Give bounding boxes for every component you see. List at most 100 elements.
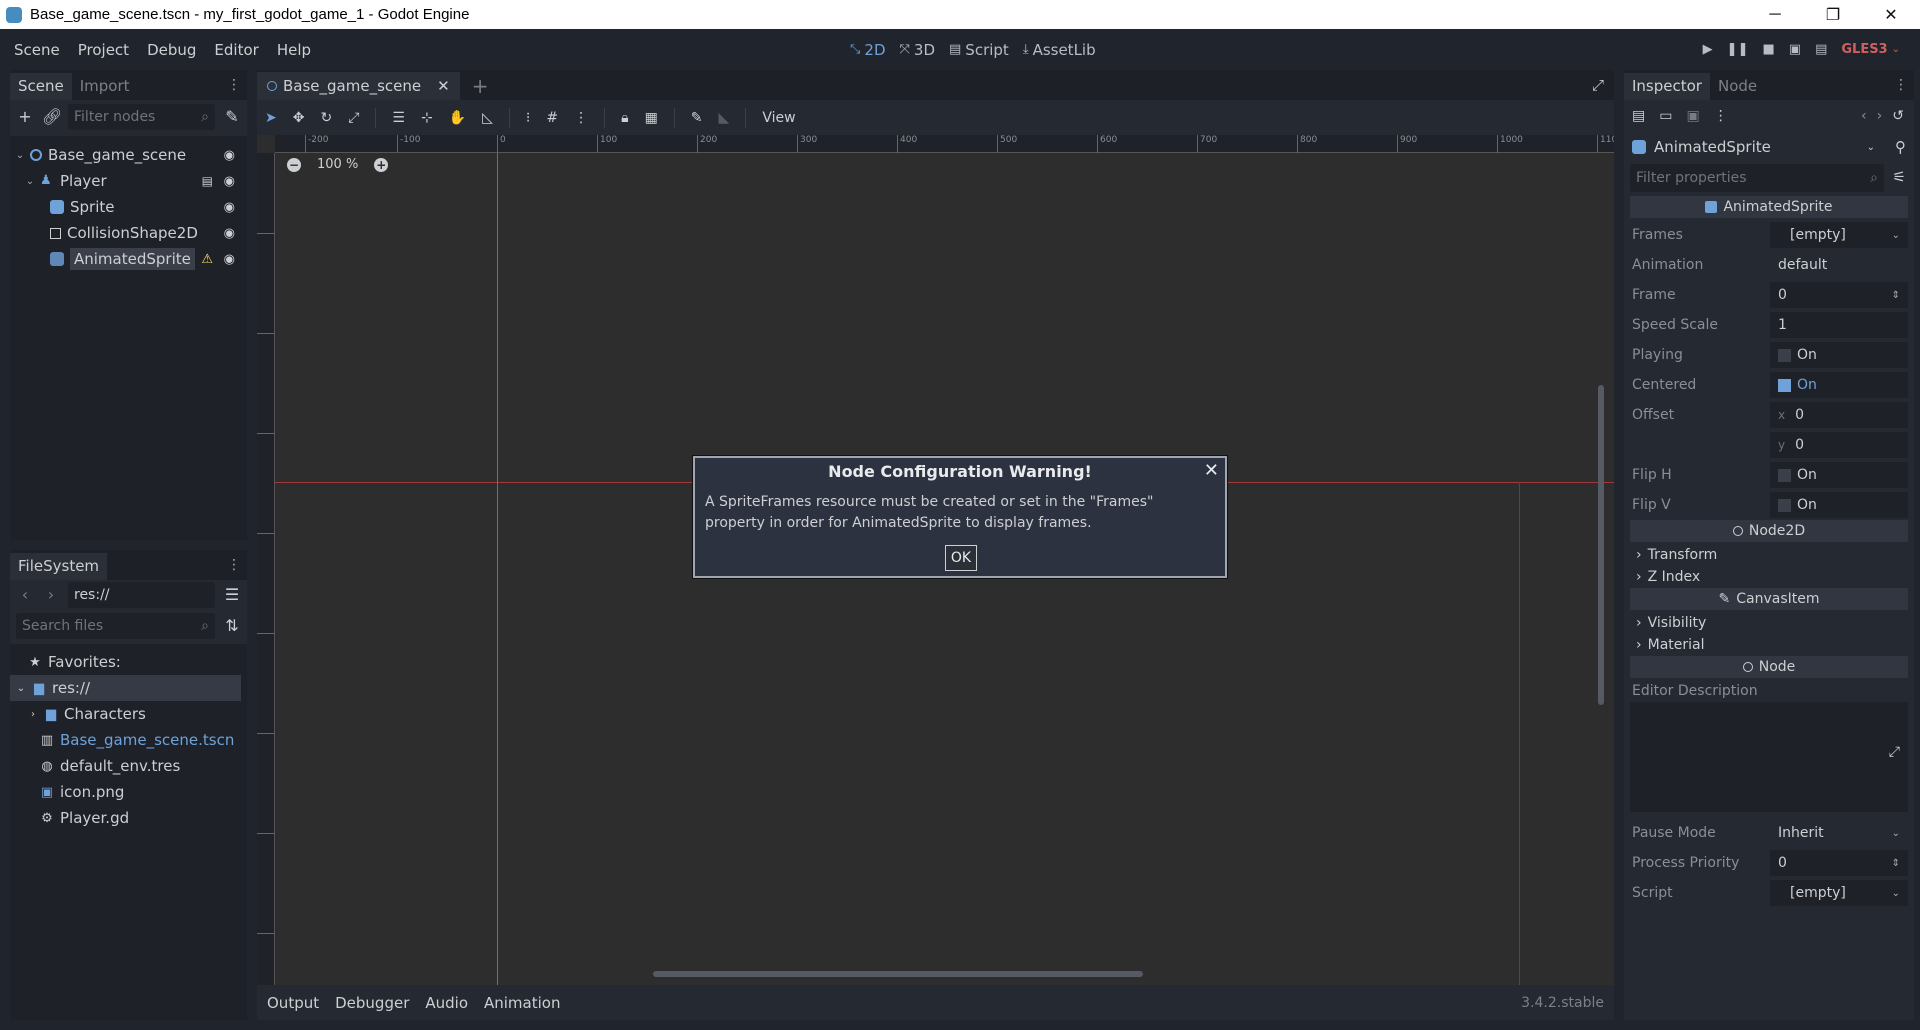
close-window-button[interactable]: ✕ [1862,0,1920,29]
flip-v-checkbox[interactable]: On [1770,492,1908,518]
maximize-button[interactable]: ❐ [1804,0,1862,29]
favorites-item[interactable]: ★ Favorites: [10,649,247,675]
group-visibility[interactable]: › Visibility [1630,612,1908,634]
filter-properties-input[interactable]: Filter properties ⌕ [1630,164,1884,192]
smart-snap-icon[interactable]: ⁝ [526,110,530,126]
tab-output[interactable]: Output [267,994,319,1012]
path-field[interactable]: res:// [68,582,215,608]
add-scene-tab-icon[interactable]: + [472,72,489,100]
renderer-select[interactable]: GLES3 [1841,42,1887,57]
stop-icon[interactable]: ■ [1762,42,1774,57]
pan-mode-icon[interactable]: ✋ [449,110,466,126]
script-attached-icon[interactable]: ▤ [202,174,213,188]
menu-scene[interactable]: Scene [5,41,69,59]
vertical-scrollbar[interactable] [1598,385,1604,705]
menu-editor[interactable]: Editor [205,41,267,59]
visibility-eye-icon[interactable]: ◉ [224,174,235,189]
res-root-item[interactable]: ⌄ ▆ res:// [10,675,241,701]
search-files-input[interactable]: Search files ⌕ [16,613,215,639]
visibility-eye-icon[interactable]: ◉ [224,200,235,215]
filter-settings-icon[interactable]: ⚟ [1893,168,1906,186]
sort-icon[interactable]: ⇅ [223,617,241,635]
rotate-mode-icon[interactable]: ↻ [320,110,332,126]
zoom-in-button[interactable]: + [374,157,389,172]
split-view-icon[interactable]: ☰ [223,586,241,604]
distraction-free-icon[interactable]: ⤢ [1592,76,1604,94]
group-icon[interactable]: ▦ [645,110,658,126]
play-icon[interactable]: ▶ [1703,42,1713,57]
close-icon[interactable]: ✕ [1204,460,1219,481]
process-priority-spinbox[interactable]: 0 ⇕ [1770,850,1908,876]
tab-debugger[interactable]: Debugger [335,994,409,1012]
ok-button[interactable]: OK [945,545,977,571]
minimize-button[interactable]: ─ [1746,0,1804,29]
tab-node[interactable]: Node [1710,73,1765,100]
play-scene-icon[interactable]: ▣ [1789,42,1801,57]
editor-description-textarea[interactable]: ⤢ [1630,702,1908,812]
object-properties-icon[interactable]: ⚲ [1895,138,1906,156]
speed-scale-field[interactable]: 1 [1770,312,1908,338]
menu-project[interactable]: Project [69,41,138,59]
select-mode-icon[interactable]: ➤ [265,110,277,126]
spinner-arrows-icon[interactable]: ⇕ [1892,290,1900,301]
lock-icon[interactable]: 🔒︎ [621,110,628,126]
snap-options-icon[interactable]: ⋮ [574,110,588,126]
inspected-object-selector[interactable]: AnimatedSprite ⌄ ⚲ [1632,133,1906,161]
dock-menu-icon[interactable]: ⋮ [227,557,241,573]
script-resource-picker[interactable]: [empty] ⌄ [1770,880,1908,906]
resource-options-icon[interactable]: ⋮ [1714,108,1728,124]
grid-snap-icon[interactable]: # [546,110,558,126]
workspace-assetlib-button[interactable]: ⤓ AssetLib [1023,41,1096,59]
visibility-eye-icon[interactable]: ◉ [224,148,235,163]
pivot-mode-icon[interactable]: ⊹ [421,110,433,126]
warning-icon[interactable]: ⚠ [201,252,213,267]
add-node-icon[interactable]: + [16,108,34,126]
flip-h-checkbox[interactable]: On [1770,462,1908,488]
close-icon[interactable]: ✕ [437,77,450,95]
frame-spinbox[interactable]: 0 ⇕ [1770,282,1908,308]
animation-field[interactable]: default [1770,252,1908,278]
scene-tab-base-game-scene[interactable]: Base_game_scene ✕ [257,72,460,100]
pause-icon[interactable]: ❚❚ [1727,42,1749,57]
zoom-reset-label[interactable]: 100 % [317,157,358,172]
bone-icon[interactable]: ✎ [691,110,703,126]
menu-help[interactable]: Help [268,41,320,59]
chevron-down-icon[interactable]: ⌄ [16,683,26,694]
dock-menu-icon[interactable]: ⋮ [1894,77,1908,93]
tab-audio[interactable]: Audio [425,994,468,1012]
chevron-down-icon[interactable]: ⌄ [24,176,36,187]
zoom-out-button[interactable]: − [287,157,301,172]
pause-mode-select[interactable]: Inherit ⌄ [1770,820,1908,846]
ruler-mode-icon[interactable]: ◺ [482,110,493,126]
chevron-down-icon[interactable]: ⌄ [14,150,26,161]
file-item-player-gd[interactable]: ⚙ Player.gd [10,805,247,831]
view-menu[interactable]: View [762,110,795,126]
centered-checkbox[interactable]: On [1770,372,1908,398]
group-material[interactable]: › Material [1630,634,1908,656]
back-arrow-icon[interactable]: ‹ [1861,108,1867,124]
frames-resource-picker[interactable]: [empty] ⌄ [1770,222,1908,248]
tab-import[interactable]: Import [72,73,138,100]
load-resource-icon[interactable]: ▭ [1659,108,1672,124]
file-item-default-env[interactable]: ◍ default_env.tres [10,753,247,779]
spinner-arrows-icon[interactable]: ⇕ [1892,858,1900,869]
workspace-2d-button[interactable]: ⤡ 2D [850,41,886,59]
chevron-right-icon[interactable]: › [28,709,38,720]
tab-inspector[interactable]: Inspector [1624,73,1710,100]
camera-override-icon[interactable]: ◣ [719,110,730,126]
back-arrow-icon[interactable]: ‹ [16,586,34,604]
group-transform[interactable]: › Transform [1630,544,1908,566]
file-item-icon-png[interactable]: ▣ icon.png [10,779,247,805]
file-item-base-game-scene[interactable]: ▥ Base_game_scene.tscn [10,727,247,753]
save-resource-icon[interactable]: ▣ [1686,108,1699,124]
tree-node-base-game-scene[interactable]: ⌄ Base_game_scene ◉ [10,142,247,168]
new-resource-icon[interactable]: ▤ [1632,108,1645,124]
tab-animation[interactable]: Animation [484,994,560,1012]
tab-scene[interactable]: Scene [10,73,72,100]
tree-node-animatedsprite[interactable]: AnimatedSprite ⚠ ◉ [10,246,247,272]
expand-icon[interactable]: ⤢ [1889,744,1900,760]
list-select-icon[interactable]: ☰ [392,110,405,126]
play-custom-scene-icon[interactable]: ▤ [1815,42,1827,57]
tree-node-collisionshape2d[interactable]: CollisionShape2D ◉ [10,220,247,246]
offset-y-field[interactable]: y0 [1770,432,1908,458]
